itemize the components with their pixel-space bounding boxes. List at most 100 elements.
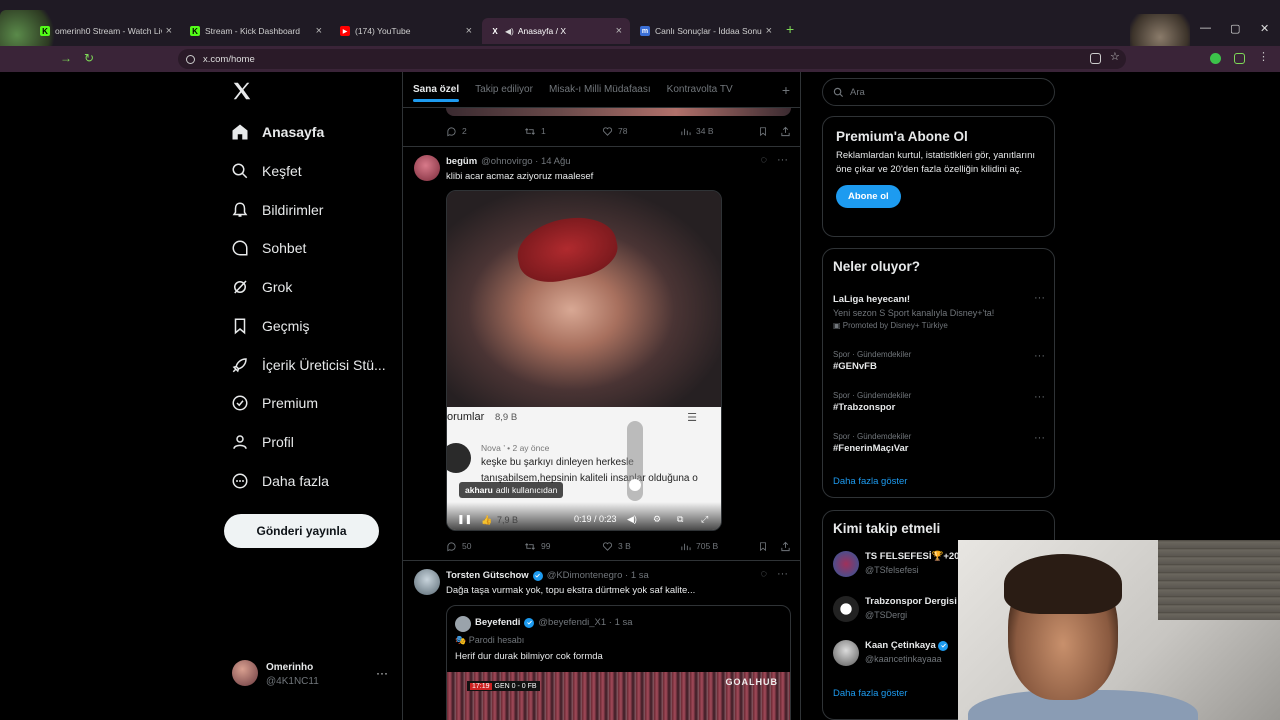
browser-tab[interactable]: K Stream - Kick Dashboard × [182, 18, 330, 44]
quoted-media[interactable]: 17:19 GEN 0 - 0 FB GOALHUB [447, 672, 790, 720]
sidebar-item-bookmarks[interactable]: Geçmiş [231, 314, 309, 338]
browser-tab[interactable]: m Canlı Sonuçlar - İddaa Sonuçlar × [632, 18, 780, 44]
search-input[interactable] [850, 86, 1030, 98]
url-field[interactable]: x.com/home [178, 49, 1126, 69]
search-bar[interactable] [822, 78, 1055, 106]
bell-icon [231, 201, 249, 219]
extension-icon[interactable] [1210, 53, 1221, 64]
follow-suggestion[interactable]: TS FELSEFESİ🏆+20 @TSfelsefesi [833, 549, 973, 579]
tweet-author-handle[interactable]: @KDimontenegro [547, 570, 623, 581]
more-icon[interactable]: ··· [777, 154, 788, 166]
close-tab-icon[interactable]: × [766, 25, 772, 37]
browser-tab[interactable]: K omerinh0 Stream - Watch Live o × [32, 18, 180, 44]
sidebar-item-more[interactable]: Daha fazla [231, 469, 329, 493]
close-tab-icon[interactable]: × [166, 25, 172, 37]
volume-knob[interactable] [629, 479, 641, 491]
tweet-date[interactable]: 14 Ağu [541, 156, 571, 167]
more-icon[interactable]: ··· [1034, 350, 1045, 362]
trends-title: Neler oluyor? [833, 259, 921, 274]
sidebar-item-grok[interactable]: Grok [231, 275, 292, 299]
site-info-icon[interactable] [186, 54, 195, 64]
minimize-icon[interactable]: — [1200, 22, 1211, 34]
grok-icon[interactable]: ◌ [760, 568, 767, 580]
reply-button[interactable]: 50 [446, 541, 471, 552]
tweet-author-handle[interactable]: @ohnovirgo [481, 156, 532, 167]
views-button[interactable]: 705 B [680, 541, 718, 552]
repost-icon [525, 542, 535, 550]
previous-tweet-media[interactable] [446, 108, 791, 116]
show-more-link[interactable]: Daha fazla göster [833, 476, 907, 487]
new-tab-icon[interactable]: + [786, 21, 794, 37]
close-window-icon[interactable]: ✕ [1260, 22, 1269, 35]
more-icon[interactable]: ··· [1034, 432, 1045, 444]
follow-suggestion[interactable]: Trabzonspor Dergisi @TSDergi [833, 594, 973, 624]
more-icon[interactable]: ··· [376, 666, 388, 680]
speaker-icon[interactable]: ◀) [505, 27, 514, 36]
close-tab-icon[interactable]: × [316, 25, 322, 37]
share-button[interactable] [780, 541, 796, 552]
add-tab-icon[interactable]: + [782, 82, 790, 98]
maximize-icon[interactable]: ▢ [1230, 22, 1240, 35]
sidebar-item-chat[interactable]: Sohbet [231, 236, 306, 260]
pause-icon[interactable]: ❚❚ [457, 514, 472, 525]
install-app-icon[interactable] [1090, 53, 1101, 64]
trend-item[interactable]: Spor · Gündemdekiler #Trabzonspor ··· [833, 391, 1045, 413]
browser-tab[interactable]: ▶ (174) YouTube × [332, 18, 480, 44]
tab-list[interactable]: Misak-ı Milli Müdafaası [549, 72, 651, 108]
like-button[interactable]: 3 B [602, 541, 631, 552]
more-icon[interactable]: ··· [777, 568, 788, 580]
tweet-text: klibi acar acmaz aziyoruz maalesef [446, 171, 594, 182]
reply-button[interactable]: 2 [446, 126, 467, 137]
menu-icon[interactable]: ⋮ [1258, 50, 1269, 63]
fullscreen-icon[interactable]: ⤢ [701, 514, 708, 525]
sidebar-item-notifications[interactable]: Bildirimler [231, 198, 323, 222]
avatar[interactable] [414, 569, 440, 595]
trend-item[interactable]: Spor · Gündemdekiler #FenerinMaçıVar ··· [833, 432, 1045, 454]
tab-following[interactable]: Takip ediliyor [475, 72, 533, 108]
reload-icon[interactable]: ↻ [84, 51, 94, 65]
x-logo-icon[interactable] [231, 80, 253, 102]
bookmark-button[interactable] [758, 126, 773, 137]
close-tab-icon[interactable]: × [616, 25, 622, 37]
views-button[interactable]: 34 B [680, 126, 714, 137]
tweet-date[interactable]: 1 sa [631, 570, 649, 581]
sidebar-item-home[interactable]: Anasayfa [231, 120, 324, 144]
bookmark-button[interactable] [758, 541, 773, 552]
sidebar-item-explore[interactable]: Keşfet [231, 159, 302, 183]
volume-icon[interactable]: ◀) [627, 514, 637, 525]
follow-suggestion[interactable]: Kaan Çetinkaya @kaancetinkayaaa [833, 638, 973, 668]
more-icon[interactable]: ··· [1034, 391, 1045, 403]
share-button[interactable] [780, 126, 796, 137]
sidebar-item-creator-studio[interactable]: İçerik Üreticisi Stü... [231, 353, 386, 377]
tab-list[interactable]: Kontravolta TV [667, 72, 733, 108]
account-switcher[interactable]: Omerinho @4K1NC11 ··· [232, 660, 392, 690]
video-player[interactable]: orumlar 8,9 B ☰ Nova ’ • 2 ay önce keşke… [446, 190, 722, 531]
extensions-icon[interactable] [1234, 53, 1245, 64]
close-tab-icon[interactable]: × [466, 25, 472, 37]
sidebar-item-premium[interactable]: Premium [231, 391, 318, 415]
tab-for-you[interactable]: Sana özel [413, 72, 460, 108]
repost-button[interactable]: 1 [524, 126, 546, 137]
browser-tab-active[interactable]: X ◀) Anasayfa / X × [482, 18, 630, 44]
volume-slider[interactable] [627, 421, 643, 501]
tweet-author-name[interactable]: begüm [446, 156, 477, 167]
sidebar-item-profile[interactable]: Profil [231, 430, 294, 454]
more-icon[interactable]: ··· [1034, 292, 1045, 304]
grok-icon[interactable]: ◌ [760, 154, 767, 166]
trend-item[interactable]: Spor · Gündemdekiler #GENvFB ··· [833, 350, 1045, 372]
webcam-background [1158, 540, 1280, 620]
avatar[interactable] [414, 155, 440, 181]
bookmark-star-icon[interactable]: ☆ [1110, 50, 1121, 63]
show-more-link[interactable]: Daha fazla göster [833, 688, 907, 699]
subscribe-button[interactable]: Abone ol [836, 185, 901, 208]
repost-button[interactable]: 99 [524, 541, 550, 552]
quoted-tweet[interactable]: Beyefendi @beyefendi_X1 · 1 sa 🎭 Parodi … [446, 605, 791, 720]
video-credit[interactable]: akharu adlı kullanıcıdan [459, 482, 564, 498]
settings-icon[interactable]: ⚙ [653, 514, 661, 525]
tweet-author-name[interactable]: Torsten Gütschow [446, 570, 529, 581]
forward-icon[interactable]: → [60, 51, 72, 65]
like-button[interactable]: 78 [602, 126, 627, 137]
pip-icon[interactable]: ⧉ [677, 514, 683, 525]
trend-item[interactable]: LaLiga heyecanı! Yeni sezon S Sport kana… [833, 292, 1045, 330]
post-button[interactable]: Gönderi yayınla [224, 514, 379, 548]
